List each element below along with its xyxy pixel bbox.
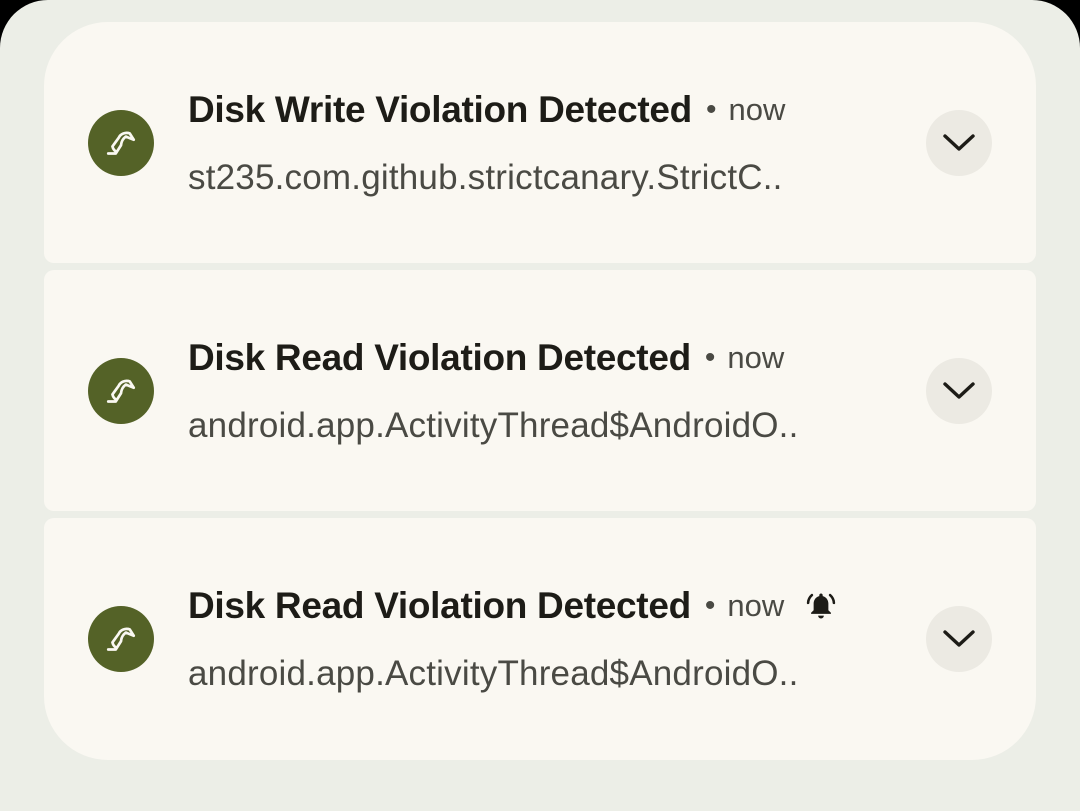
canary-bird-icon: [88, 358, 154, 424]
header-separator: •: [704, 341, 716, 374]
expand-button[interactable]: [926, 110, 992, 176]
notification-header: Disk Read Violation Detected • now: [188, 333, 784, 383]
notification-header: Disk Write Violation Detected • now: [188, 85, 785, 135]
notification-title: Disk Read Violation Detected: [188, 585, 691, 626]
canary-bird-icon: [88, 110, 154, 176]
chevron-down-icon: [943, 382, 975, 399]
notification-card[interactable]: Disk Read Violation Detected • now andro…: [44, 518, 1036, 760]
notification-body: android.app.ActivityThread$AndroidO..: [188, 406, 799, 445]
notification-body: st235.com.github.strictcanary.StrictC..: [188, 158, 783, 197]
notification-time: now: [727, 340, 785, 375]
canary-bird-icon: [88, 606, 154, 672]
notification-title: Disk Write Violation Detected: [188, 89, 692, 130]
notification-time: now: [728, 92, 786, 127]
notification-shade: Disk Write Violation Detected • now st23…: [0, 0, 1080, 811]
expand-button[interactable]: [926, 606, 992, 672]
expand-button[interactable]: [926, 358, 992, 424]
notification-title: Disk Read Violation Detected: [188, 337, 691, 378]
chevron-down-icon: [943, 630, 975, 647]
notification-header: Disk Read Violation Detected • now: [188, 581, 838, 631]
notification-group: Disk Write Violation Detected • now st23…: [44, 22, 1036, 760]
bell-ringing-icon: [804, 589, 838, 623]
header-separator: •: [705, 93, 717, 126]
notification-card[interactable]: Disk Read Violation Detected • now andro…: [44, 270, 1036, 511]
header-separator: •: [704, 589, 716, 622]
notification-body: android.app.ActivityThread$AndroidO..: [188, 654, 799, 693]
chevron-down-icon: [943, 134, 975, 151]
notification-card[interactable]: Disk Write Violation Detected • now st23…: [44, 22, 1036, 263]
notification-time: now: [727, 588, 785, 623]
